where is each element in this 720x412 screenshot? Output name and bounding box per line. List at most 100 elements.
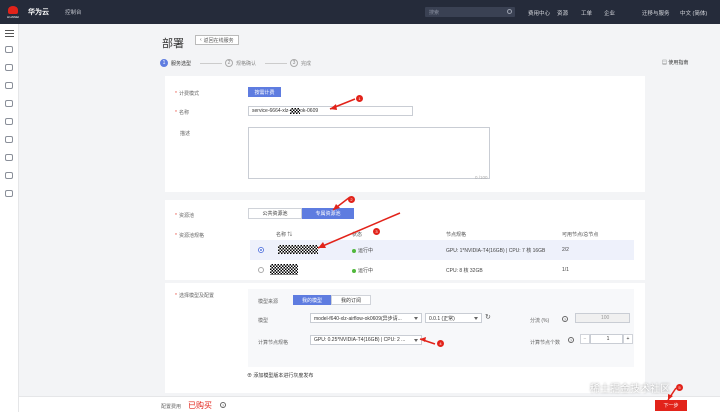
- table-row[interactable]: 运行中 CPU: 8 核 32GB 1/1: [250, 260, 634, 280]
- model-source-label: 模型来源: [258, 299, 279, 305]
- name-value-prefix: service-6664-xlz-: [252, 108, 291, 114]
- network-icon[interactable]: [5, 136, 13, 143]
- masked-region: [290, 108, 301, 114]
- add-version-link[interactable]: ⊕ 添加模型版本进行灰度发布: [247, 372, 313, 379]
- help-icon[interactable]: ?: [562, 316, 568, 322]
- brand-name[interactable]: 华为云: [28, 7, 49, 17]
- nav-resources[interactable]: 资源: [557, 9, 568, 17]
- masked-pool-name: [278, 245, 318, 254]
- annotation-badge-5: 5: [676, 384, 683, 391]
- chevron-down-icon: [414, 317, 418, 320]
- traffic-input[interactable]: 100: [575, 313, 630, 323]
- back-button[interactable]: ‹ 返回在线服务: [195, 35, 239, 45]
- step-connector: [265, 63, 287, 64]
- row-nodes: 2/2: [562, 247, 569, 253]
- annotation-badge-2: 2: [348, 196, 355, 203]
- watermark: 稀土掘金技术社区: [590, 384, 670, 395]
- column-header-spec: 节点规格: [446, 232, 467, 238]
- help-icon[interactable]: ?: [220, 402, 226, 408]
- search-icon[interactable]: [507, 9, 512, 14]
- model-field-label: 模型: [258, 318, 269, 324]
- row-nodes: 1/1: [562, 267, 569, 273]
- step-label: 服务选型: [171, 60, 192, 67]
- warning-icon[interactable]: [5, 64, 13, 71]
- step-number: 2: [225, 59, 233, 67]
- search-placeholder: 搜索: [429, 9, 440, 16]
- description-textarea[interactable]: [248, 127, 490, 179]
- nav-billing[interactable]: 费用中心: [528, 9, 550, 17]
- model-select[interactable]: model-f640-xlz-airflow-ok0609(异步请...: [310, 313, 422, 323]
- billing-on-demand-button[interactable]: 按需计费: [248, 87, 281, 97]
- dedicated-pool-button[interactable]: 专属资源池: [302, 208, 354, 219]
- cloud-server-icon[interactable]: [5, 82, 13, 89]
- cloud-icon[interactable]: [5, 46, 13, 53]
- step-connector: [200, 63, 222, 64]
- help-icon[interactable]: ?: [568, 337, 574, 343]
- bottom-bar: [19, 396, 720, 412]
- language-switch[interactable]: 中文 (简体): [680, 9, 707, 17]
- chevron-down-icon: [474, 317, 478, 320]
- storage-icon[interactable]: [5, 118, 13, 125]
- node-spec-select[interactable]: GPU: 0.25*NVIDIA-T4(16GB) | CPU: 2 ...: [310, 335, 422, 345]
- database-icon[interactable]: [5, 100, 13, 107]
- top-bar: HUAWEI 华为云 控制台 搜索 费用中心 资源 工单 企业 迁移与服务 中文…: [0, 0, 720, 24]
- model-version-select[interactable]: 0.0.1 (正常): [425, 313, 482, 323]
- upload-icon[interactable]: [5, 172, 13, 179]
- node-spec-label: 计算节点规格: [258, 340, 289, 346]
- config-fee-label: 配置费用: [161, 404, 182, 410]
- description-counter: 0 /100: [475, 175, 488, 180]
- decrement-button[interactable]: −: [580, 334, 590, 344]
- name-input[interactable]: service-6664-xlz- ok-0609: [248, 106, 413, 116]
- node-count-label: 计算节点个数: [530, 340, 561, 346]
- step-number: 3: [290, 59, 298, 67]
- logo-text: HUAWEI: [7, 14, 19, 19]
- row-radio[interactable]: [258, 267, 264, 273]
- row-spec: CPU: 8 核 32GB: [446, 268, 483, 274]
- row-spec: GPU: 1*NVIDIA-T4(16GB) | CPU: 7 核 16GB: [446, 248, 546, 254]
- chevron-down-icon: [414, 339, 418, 342]
- huawei-logo-icon: [8, 5, 18, 14]
- masked-pool-name: [270, 264, 298, 275]
- step-1: 1 服务选型: [160, 59, 191, 67]
- column-header-status: 状态: [352, 232, 363, 238]
- search-input[interactable]: 搜索: [425, 7, 515, 17]
- nav-tickets[interactable]: 工单: [581, 9, 592, 17]
- huawei-logo[interactable]: HUAWEI: [4, 5, 22, 19]
- monitor-icon[interactable]: [5, 154, 13, 161]
- column-header-nodes: 可用节点/总节点: [562, 232, 599, 238]
- name-value-suffix: ok-0609: [300, 108, 319, 114]
- refresh-icon[interactable]: ↻: [485, 313, 491, 321]
- row-status: 运行中: [352, 267, 373, 274]
- public-pool-button[interactable]: 公共资源池: [248, 208, 302, 219]
- sort-icon: ⇅: [287, 232, 293, 238]
- my-subscriptions-button[interactable]: 我的订阅: [331, 295, 371, 305]
- model-config-label: * 选择模型及配置: [175, 293, 214, 299]
- purchased-label: 已购买: [188, 401, 212, 410]
- step-label: 完成: [301, 60, 312, 67]
- table-row[interactable]: 运行中 GPU: 1*NVIDIA-T4(16GB) | CPU: 7 核 16…: [250, 240, 634, 260]
- step-number: 1: [160, 59, 168, 67]
- back-label: 返回在线服务: [203, 37, 234, 44]
- column-header-name[interactable]: 名称 ⇅: [276, 231, 292, 238]
- menu-icon[interactable]: [5, 30, 14, 39]
- row-status: 运行中: [352, 247, 373, 254]
- next-button[interactable]: 下一步: [655, 400, 687, 411]
- annotation-badge-1: 1: [356, 95, 363, 102]
- description-label: 描述: [180, 131, 191, 137]
- billing-label: * 计费模式: [175, 91, 199, 97]
- annotation-badge-4: 4: [437, 340, 444, 347]
- nav-migration[interactable]: 迁移与服务: [642, 9, 670, 17]
- nav-enterprise[interactable]: 企业: [604, 9, 615, 17]
- node-count-input[interactable]: 1: [590, 334, 623, 344]
- left-sidebar: [0, 24, 19, 412]
- traffic-label: 分流 (%): [530, 318, 550, 324]
- annotation-badge-3: 3: [373, 228, 380, 235]
- row-radio[interactable]: [258, 247, 264, 253]
- guide-label: 使用指南: [668, 60, 689, 66]
- name-label: * 名称: [175, 110, 189, 116]
- increment-button[interactable]: +: [623, 334, 633, 344]
- my-models-button[interactable]: 我的模型: [293, 295, 331, 305]
- console-link[interactable]: 控制台: [65, 8, 82, 16]
- guide-link[interactable]: ▤ 使用指南: [662, 59, 688, 66]
- settings-icon[interactable]: [5, 190, 13, 197]
